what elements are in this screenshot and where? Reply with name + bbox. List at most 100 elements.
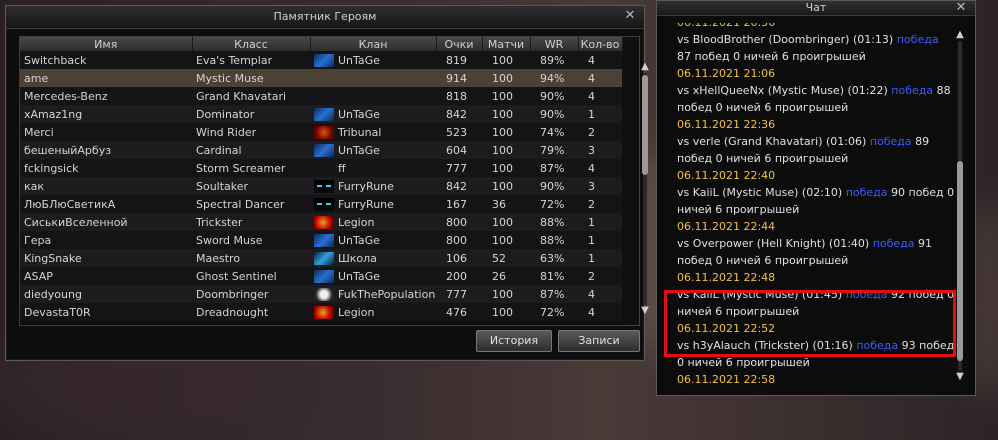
hero-points: 800	[436, 213, 482, 231]
hero-name: DevastaT0R	[20, 303, 192, 321]
legion-clan-icon	[314, 305, 334, 319]
table-row[interactable]: ame Mystic Muse 914 100 94% 4	[20, 69, 622, 87]
hero-clan-cell: UnTaGe	[310, 105, 436, 123]
table-row[interactable]: DevastaT0R Dreadnought Legion 476 100 72% 4	[20, 303, 622, 321]
hero-matches: 52	[482, 249, 530, 267]
hero-matches: 100	[482, 141, 530, 159]
scrollbar-thumb[interactable]	[957, 161, 963, 361]
column-header-clan[interactable]: Клан	[310, 37, 437, 51]
table-row[interactable]: Mercedes-Benz Grand Khavatari 818 100 90% 4	[20, 87, 622, 105]
hero-count: 1	[578, 105, 622, 123]
column-header-winrate[interactable]: WR	[530, 37, 579, 51]
hero-clan: FurryRune	[338, 179, 394, 193]
table-row[interactable]: бешеныйАрбуз Cardinal UnTaGe 604 100 79% 3	[20, 141, 622, 159]
hero-points: 914	[436, 69, 482, 87]
table-row[interactable]: СиськиВселенной Trickster Legion 800 100 88% 1	[20, 213, 622, 231]
hero-matches: 100	[482, 303, 530, 321]
table-row[interactable]: diedyoung Doombringer FukThePopulation 777 1…	[20, 285, 622, 303]
hero-points: 523	[436, 123, 482, 141]
column-header-name[interactable]: Имя	[20, 37, 193, 51]
chat-result: победа	[838, 390, 880, 391]
hero-clan-cell: Школа	[310, 249, 436, 267]
scrollbar-track[interactable]	[957, 41, 963, 371]
records-button[interactable]: Записи	[558, 330, 640, 352]
hero-class: Trickster	[192, 213, 310, 231]
legion-clan-icon	[314, 215, 334, 229]
chat-match-text: vs Геральт (Duelist) (01:20)	[677, 390, 834, 391]
chat-timestamp: 06.11.2021 22:44	[677, 220, 776, 233]
hero-winrate: 72%	[530, 303, 578, 321]
hero-matches: 100	[482, 213, 530, 231]
window-title-bar[interactable]: Памятник Героям ✕	[6, 6, 644, 29]
chat-match-text: vs BloodBrother (Doombringer) (01:13)	[677, 33, 894, 46]
hero-clan-cell: FurryRune	[310, 177, 436, 195]
table-row[interactable]: как Soultaker FurryRune 842 100 90% 3	[20, 177, 622, 195]
chat-result: победа	[891, 84, 934, 97]
column-header-matches[interactable]: Матчи	[482, 37, 531, 51]
hero-class: Spectral Dancer	[192, 195, 310, 213]
chat-title-bar[interactable]: Чат ✕	[657, 0, 975, 16]
hero-count: 2	[578, 195, 622, 213]
table-row[interactable]: KingSnake Maestro Школа 106 52 63% 1	[20, 249, 622, 267]
hero-points: 106	[436, 249, 482, 267]
chat-timestamp: 06.11.2021 22:40	[677, 169, 776, 182]
hero-points: 476	[436, 303, 482, 321]
table-row[interactable]: fckingsick Storm Screamer ff 777 100 87% 4	[20, 159, 622, 177]
hero-clan: Legion	[338, 215, 375, 229]
chat-timestamp: 06.11.2021 22:58	[677, 373, 776, 386]
hero-points: 819	[436, 51, 482, 69]
history-button[interactable]: История	[476, 330, 552, 352]
untage-clan-icon	[314, 233, 334, 247]
close-icon[interactable]: ✕	[953, 0, 969, 16]
table-row[interactable]: ЛюБЛюСветикА Spectral Dancer FurryRune 167 3…	[20, 195, 622, 213]
scrollbar-track[interactable]	[642, 73, 648, 305]
chat-result: победа	[845, 186, 888, 199]
hero-winrate: 88%	[530, 213, 578, 231]
hero-name: Merci	[20, 123, 192, 141]
chevron-up-icon[interactable]: ▲	[639, 61, 651, 73]
hero-points: 777	[436, 159, 482, 177]
hero-points: 842	[436, 177, 482, 195]
hero-class: Mystic Muse	[192, 69, 310, 87]
hero-count: 4	[578, 87, 622, 105]
hero-class: Wind Rider	[192, 123, 310, 141]
table-row[interactable]: Switchback Eva's Templar UnTaGe 819 100 89% 4	[20, 51, 622, 69]
hero-class: Grand Khavatari	[192, 87, 310, 105]
hero-matches: 26	[482, 267, 530, 285]
hero-clan-cell	[310, 87, 436, 105]
school-clan-icon	[314, 251, 334, 265]
untage-clan-icon	[314, 53, 334, 67]
column-header-count[interactable]: Кол-во	[578, 37, 623, 51]
chat-match-text: vs xHellQueeNx (Mystic Muse) (01:22)	[677, 84, 888, 97]
chat-message: 06.11.2021 22:36 vs verle (Grand Khavatar…	[667, 116, 955, 167]
column-header-points[interactable]: Очки	[436, 37, 483, 51]
table-row[interactable]: ASAP Ghost Sentinel UnTaGe 200 26 81% 2	[20, 267, 622, 285]
hero-winrate: 74%	[530, 123, 578, 141]
scrollbar-thumb[interactable]	[642, 75, 648, 175]
hero-class: Dreadnought	[192, 303, 310, 321]
hero-matches: 100	[482, 285, 530, 303]
heroes-scrollbar[interactable]: ▲ ▼	[639, 61, 651, 321]
hero-name: ЛюБЛюСветикА	[20, 195, 192, 213]
chat-result: победа	[872, 237, 915, 250]
close-icon[interactable]: ✕	[622, 8, 638, 24]
hero-clan: FurryRune	[338, 197, 394, 211]
chevron-down-icon[interactable]: ▼	[954, 371, 966, 383]
hero-count: 4	[578, 159, 622, 177]
chevron-up-icon[interactable]: ▲	[954, 29, 966, 41]
hero-matches: 100	[482, 51, 530, 69]
heroes-table-frame: Имя Класс Клан Очки Матчи WR Кол-во Swit…	[19, 36, 649, 326]
hero-clan-cell: Legion	[310, 213, 436, 231]
hero-winrate: 87%	[530, 285, 578, 303]
chat-match-text: vs verle (Grand Khavatari) (01:06)	[677, 135, 867, 148]
chat-message: 06.11.2021 20:56 vs BloodBrother (Doombri…	[667, 23, 955, 65]
hero-class: Doombringer	[192, 285, 310, 303]
hero-count: 4	[578, 69, 622, 87]
table-row[interactable]: Гера Sword Muse UnTaGe 800 100 88% 1	[20, 231, 622, 249]
chevron-down-icon[interactable]: ▼	[639, 305, 651, 317]
column-header-class[interactable]: Класс	[192, 37, 311, 51]
hero-name: Mercedes-Benz	[20, 87, 192, 105]
table-row[interactable]: Merci Wind Rider Tribunal 523 100 74% 2	[20, 123, 622, 141]
hero-winrate: 87%	[530, 159, 578, 177]
table-row[interactable]: xAmaz1ng Dominator UnTaGe 842 100 90% 1	[20, 105, 622, 123]
